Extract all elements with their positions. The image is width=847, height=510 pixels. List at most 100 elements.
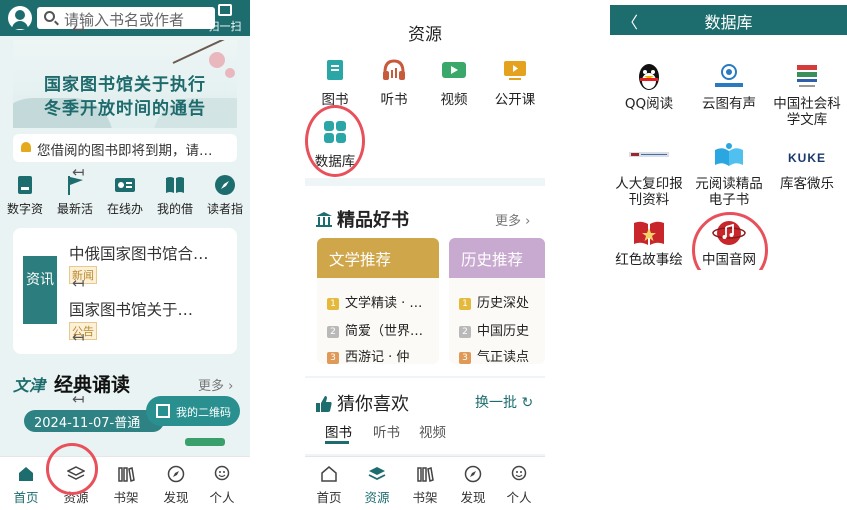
database-label: 云图有声 bbox=[702, 96, 756, 112]
my-qrcode-button[interactable]: 我的二维码 bbox=[146, 396, 240, 426]
tab-home[interactable]: 首页 bbox=[305, 465, 353, 506]
quick-item-borrow[interactable]: 我的借 bbox=[150, 172, 200, 217]
search-input[interactable]: 请输入书名或作者 bbox=[37, 7, 215, 29]
news-tag: 资讯 bbox=[23, 256, 57, 324]
tab-label: 首页 bbox=[13, 490, 39, 505]
resource-audiobook[interactable]: 听书 bbox=[366, 58, 422, 108]
resources-screen: 资源 图书 听书 视频 公开课 数据库 精品好书 更多 › 文学推荐 1文学精读… bbox=[305, 0, 545, 510]
qrcode-icon bbox=[156, 404, 170, 418]
list-item[interactable]: 2 中国历史 bbox=[459, 320, 529, 339]
penguin-icon bbox=[639, 64, 659, 90]
recommend-card-title: 文学推荐 bbox=[317, 238, 439, 278]
id-card-icon bbox=[115, 178, 135, 192]
recommend-card-literature[interactable]: 文学推荐 1 文学精读 · … 2 简爱（世界… 3 西游记 · 仲 bbox=[317, 238, 439, 364]
resource-video[interactable]: 视频 bbox=[426, 58, 482, 108]
social-science-icon bbox=[797, 65, 817, 87]
tab-discover[interactable]: 发现 bbox=[152, 465, 200, 506]
branch-decoration bbox=[172, 40, 237, 64]
tab-resources[interactable]: 资源 bbox=[353, 465, 401, 506]
page-title: 资源 bbox=[408, 25, 442, 45]
quick-item-digital[interactable]: 数字资 bbox=[0, 172, 50, 217]
tab-home[interactable]: 首页 bbox=[2, 465, 50, 506]
highlight-circle bbox=[46, 443, 98, 495]
resource-open-course[interactable]: 公开课 bbox=[487, 58, 543, 108]
list-item[interactable]: 1 历史深处 bbox=[459, 292, 529, 311]
home-icon bbox=[19, 467, 33, 481]
refresh-label: 换一批 bbox=[475, 395, 517, 411]
cursor-arrow-icon: ↤ bbox=[72, 390, 85, 408]
tab-discover[interactable]: 发现 bbox=[449, 465, 497, 506]
database-renda-copies[interactable]: 人大复印报刊资料 bbox=[610, 142, 688, 208]
announcement-banner[interactable]: 国家图书馆关于执行 冬季开放时间的通告 bbox=[13, 40, 237, 128]
list-item-text: 气正读点 bbox=[477, 350, 530, 364]
digital-resource-icon bbox=[18, 176, 32, 194]
tab-label: 资源 bbox=[364, 490, 390, 505]
list-item-text: 简爱（世界… bbox=[345, 324, 424, 339]
decoration-bar bbox=[185, 438, 225, 446]
avatar-icon[interactable] bbox=[8, 6, 32, 30]
news-card: 资讯 中俄国家图书馆合… 新闻 国家图书馆关于… 公告 bbox=[13, 228, 237, 354]
bottom-tab-bar: 首页 资源 书架 发现 个人 bbox=[0, 456, 250, 510]
user-face-icon bbox=[214, 465, 230, 481]
list-item-text: 中国历史 bbox=[477, 324, 530, 339]
news-item-title[interactable]: 中俄国家图书馆合… bbox=[69, 242, 209, 264]
tab-bookshelf[interactable]: 书架 bbox=[102, 465, 150, 506]
refresh-button[interactable]: 换一批 ↻ bbox=[475, 392, 533, 412]
database-qq-reading[interactable]: QQ阅读 bbox=[610, 62, 688, 112]
resources-card: 资源 图书 听书 视频 公开课 数据库 bbox=[305, 0, 545, 178]
database-label: QQ阅读 bbox=[624, 96, 674, 112]
quick-item-label: 在线办 bbox=[106, 202, 143, 216]
reading-date-bar[interactable]: 2024-11-07-普通 bbox=[24, 410, 164, 432]
red-book-icon bbox=[634, 221, 664, 245]
quick-item-label: 读者指 bbox=[206, 202, 243, 216]
subtab-video[interactable]: 视频 bbox=[419, 421, 446, 441]
news-item-title[interactable]: 国家图书馆关于… bbox=[69, 298, 193, 320]
list-item[interactable]: 1 文学精读 · … bbox=[327, 292, 422, 311]
database-red-story[interactable]: 红色故事绘 bbox=[610, 218, 688, 268]
open-book-icon bbox=[715, 143, 743, 166]
top-bar: 请输入书名或作者 扫一扫 bbox=[0, 0, 250, 36]
top-bar: 〈 数据库 bbox=[610, 5, 847, 35]
database-label: 中国社会科学文库 bbox=[773, 96, 841, 128]
list-item[interactable]: 2 简爱（世界… bbox=[327, 320, 423, 339]
renda-icon bbox=[629, 152, 669, 157]
classic-reading-title: 经典诵读 bbox=[54, 374, 131, 396]
tab-bookshelf[interactable]: 书架 bbox=[401, 465, 449, 506]
cloud-audio-icon bbox=[715, 64, 743, 87]
database-social-science[interactable]: 中国社会科学文库 bbox=[768, 62, 846, 128]
more-label: 更多 bbox=[198, 379, 225, 394]
scan-icon bbox=[218, 4, 232, 16]
classic-logo: 文津 bbox=[13, 376, 46, 395]
database-kuke-music[interactable]: KUKE 库客微乐 bbox=[768, 142, 846, 192]
recommend-card-history[interactable]: 历史推荐 1 历史深处 2 中国历史 3 气正读点 bbox=[449, 238, 545, 364]
headphones-icon bbox=[383, 59, 405, 80]
quick-item-label: 最新活 bbox=[56, 202, 93, 216]
resource-books[interactable]: 图书 bbox=[307, 58, 363, 108]
scan-button[interactable]: 扫一扫 bbox=[203, 4, 247, 36]
cursor-arrow-icon: ↤ bbox=[72, 328, 85, 346]
tab-label: 发现 bbox=[163, 490, 189, 505]
database-yuan-ebook[interactable]: 元阅读精品电子书 bbox=[690, 142, 768, 208]
list-item[interactable]: 3 西游记 · 仲 bbox=[327, 346, 409, 364]
list-item[interactable]: 3 气正读点 bbox=[459, 346, 529, 364]
subtab-audio[interactable]: 听书 bbox=[373, 421, 400, 441]
subtab-books[interactable]: 图书 bbox=[325, 421, 352, 441]
play-board-icon bbox=[504, 61, 526, 80]
quick-item-guide[interactable]: 读者指 bbox=[200, 172, 250, 217]
resource-label: 听书 bbox=[380, 92, 408, 108]
database-yuntu-audio[interactable]: 云图有声 bbox=[690, 62, 768, 112]
due-notice[interactable]: 您借阅的图书即将到期，请… bbox=[13, 134, 237, 162]
tab-profile[interactable]: 个人 bbox=[198, 465, 246, 506]
plum-blossom-icon bbox=[209, 52, 225, 68]
cursor-arrow-icon: ↤ bbox=[72, 20, 85, 38]
more-link[interactable]: 更多 › bbox=[495, 210, 530, 229]
database-label: 人大复印报刊资料 bbox=[615, 176, 683, 208]
tab-profile[interactable]: 个人 bbox=[495, 465, 543, 506]
cursor-arrow-icon: ↤ bbox=[72, 163, 85, 181]
database-screen: 〈 数据库 QQ阅读 云图有声 中国社会科学文库 人大复印报刊资料 元阅读精品电… bbox=[610, 0, 847, 270]
quick-item-online[interactable]: 在线办 bbox=[100, 172, 150, 217]
list-item-text: 历史深处 bbox=[477, 296, 530, 311]
resource-label: 视频 bbox=[440, 92, 468, 108]
kuke-icon: KUKE bbox=[787, 151, 826, 165]
more-link[interactable]: 更多 › bbox=[198, 375, 233, 394]
